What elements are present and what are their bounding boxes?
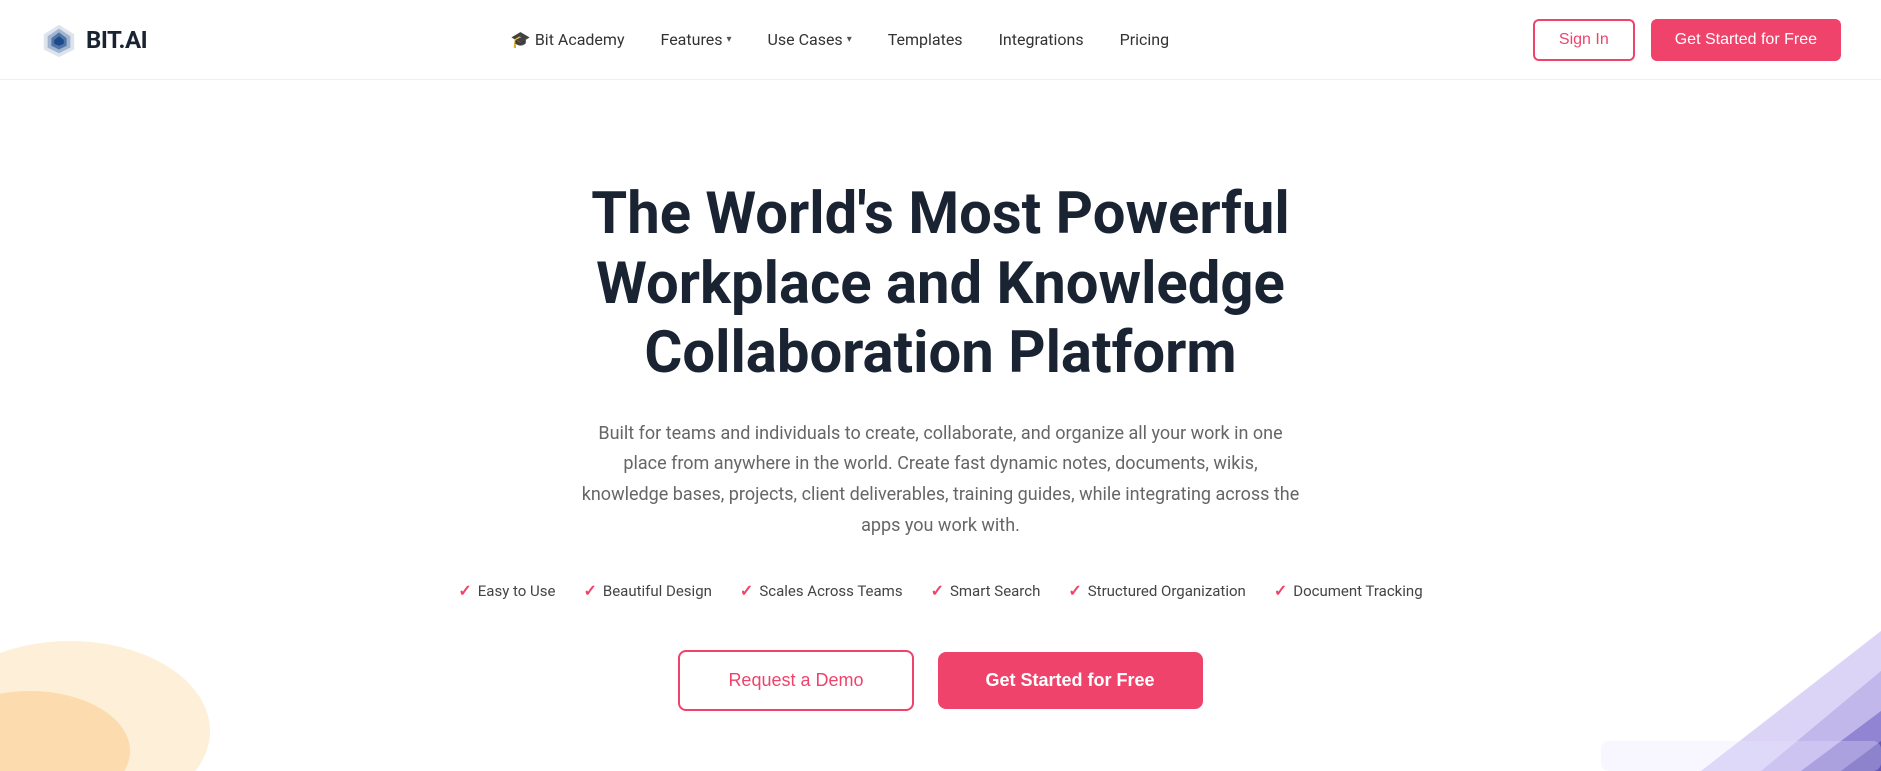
feature-structured-organization-label: Structured Organization [1088,582,1246,600]
feature-beautiful-design: ✓ Beautiful Design [583,581,711,600]
hero-subtitle: Built for teams and individuals to creat… [581,419,1301,541]
academy-icon: 🎓 [511,30,531,49]
check-icon-document-tracking: ✓ [1274,581,1287,600]
hero-title-line1: The World's Most Powerful [591,180,1289,248]
blob-right-decoration [1601,571,1881,771]
nav-templates-label: Templates [888,30,963,49]
logo-bit: BIT [86,26,119,54]
feature-structured-organization: ✓ Structured Organization [1068,581,1245,600]
feature-beautiful-design-label: Beautiful Design [603,582,712,600]
nav-pricing-label: Pricing [1120,30,1170,49]
check-icon-smart-search: ✓ [931,581,944,600]
nav-use-cases[interactable]: Use Cases ▾ [767,30,851,49]
logo-ai: .AI [119,26,148,54]
get-started-hero-button[interactable]: Get Started for Free [938,652,1203,709]
feature-document-tracking: ✓ Document Tracking [1274,581,1423,600]
hero-title-line2: Workplace and Knowledge Collaboration Pl… [596,250,1285,388]
feature-document-tracking-label: Document Tracking [1293,582,1422,600]
nav-integrations-label: Integrations [999,30,1084,49]
feature-scales-across-teams-label: Scales Across Teams [759,582,902,600]
nav-templates[interactable]: Templates [888,30,963,49]
nav-links: 🎓 Bit Academy Features ▾ Use Cases ▾ Tem… [511,30,1169,49]
nav-use-cases-label: Use Cases [767,30,842,49]
hero-section: The World's Most Powerful Workplace and … [0,80,1881,771]
hero-title: The World's Most Powerful Workplace and … [491,180,1391,389]
nav-bit-academy-label: Bit Academy [535,30,625,49]
get-started-nav-button[interactable]: Get Started for Free [1651,19,1841,61]
navbar: BIT.AI 🎓 Bit Academy Features ▾ Use Case… [0,0,1881,80]
nav-pricing[interactable]: Pricing [1120,30,1170,49]
nav-features-label: Features [661,30,723,49]
logo-icon [40,21,78,59]
use-cases-chevron-icon: ▾ [847,34,852,45]
feature-easy-to-use-label: Easy to Use [478,582,556,600]
logo[interactable]: BIT.AI [40,21,147,59]
nav-integrations[interactable]: Integrations [999,30,1084,49]
feature-scales-across-teams: ✓ Scales Across Teams [740,581,903,600]
blob-left-decoration [0,551,220,771]
request-demo-button[interactable]: Request a Demo [678,650,913,711]
nav-bit-academy[interactable]: 🎓 Bit Academy [511,30,625,49]
feature-smart-search: ✓ Smart Search [931,581,1041,600]
check-icon-easy-to-use: ✓ [458,581,471,600]
check-icon-structured-organization: ✓ [1068,581,1081,600]
nav-actions: Sign In Get Started for Free [1533,19,1841,61]
check-icon-scales-across-teams: ✓ [740,581,753,600]
features-chevron-icon: ▾ [726,34,731,45]
feature-smart-search-label: Smart Search [950,582,1040,600]
feature-easy-to-use: ✓ Easy to Use [458,581,555,600]
signin-button[interactable]: Sign In [1533,19,1635,61]
check-icon-beautiful-design: ✓ [583,581,596,600]
feature-badges: ✓ Easy to Use ✓ Beautiful Design ✓ Scale… [458,581,1422,600]
cta-buttons: Request a Demo Get Started for Free [678,650,1202,711]
nav-features[interactable]: Features ▾ [661,30,732,49]
